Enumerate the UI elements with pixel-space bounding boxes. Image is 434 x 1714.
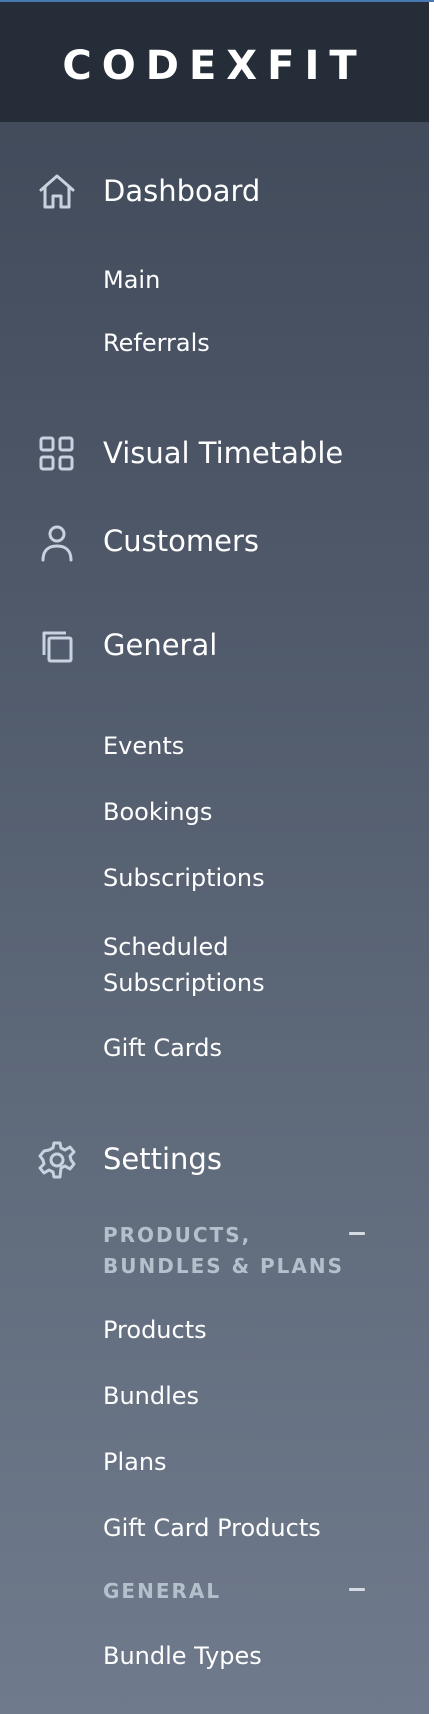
- collapse-general-group-button[interactable]: [345, 1580, 369, 1600]
- nav-label-customers: Customers: [103, 524, 259, 558]
- sub-item-bookings[interactable]: Bookings: [103, 795, 212, 829]
- sub-item-gift-card-products[interactable]: Gift Card Products: [103, 1511, 321, 1545]
- sub-item-scheduled-subscriptions-line2[interactable]: Subscriptions: [103, 966, 265, 1000]
- nav-item-customers[interactable]: Customers: [0, 513, 429, 569]
- brand-bar: CODEXFIT: [0, 2, 429, 122]
- nav-label-general: General: [103, 628, 218, 662]
- sub-item-subscriptions[interactable]: Subscriptions: [103, 861, 265, 895]
- nav-item-settings[interactable]: Settings: [0, 1131, 429, 1187]
- gear-icon: [36, 1139, 78, 1181]
- nav-label-visual-timetable: Visual Timetable: [103, 436, 344, 470]
- content-edge: [429, 2, 434, 1714]
- copy-icon: [36, 625, 78, 667]
- sub-item-products[interactable]: Products: [103, 1313, 207, 1347]
- brand-logo[interactable]: CODEXFIT: [0, 44, 429, 88]
- sub-item-main[interactable]: Main: [103, 263, 160, 297]
- sub-item-plans[interactable]: Plans: [103, 1445, 167, 1479]
- minus-icon: [349, 1588, 365, 1591]
- nav-label-settings: Settings: [103, 1142, 222, 1176]
- home-icon: [36, 171, 78, 213]
- nav-label-dashboard: Dashboard: [103, 174, 261, 208]
- sub-item-scheduled-subscriptions-line1[interactable]: Scheduled: [103, 930, 229, 964]
- nav-item-dashboard[interactable]: Dashboard: [0, 163, 429, 219]
- minus-icon: [349, 1232, 365, 1235]
- sub-item-bundle-types[interactable]: Bundle Types: [103, 1639, 262, 1673]
- collapse-products-group-button[interactable]: [345, 1224, 369, 1244]
- sub-item-events[interactable]: Events: [103, 729, 184, 763]
- group-heading-products-bundles-plans-line2: BUNDLES & PLANS: [103, 1254, 345, 1278]
- sub-item-referrals[interactable]: Referrals: [103, 326, 210, 360]
- group-heading-products-bundles-plans-line1: PRODUCTS,: [103, 1223, 252, 1247]
- sub-item-gift-cards[interactable]: Gift Cards: [103, 1031, 222, 1065]
- grid-icon: [36, 433, 78, 475]
- nav-item-general[interactable]: General: [0, 617, 429, 673]
- user-icon: [36, 521, 78, 563]
- nav-item-visual-timetable[interactable]: Visual Timetable: [0, 425, 429, 481]
- sub-item-bundles[interactable]: Bundles: [103, 1379, 199, 1413]
- group-heading-general: GENERAL: [103, 1579, 222, 1603]
- sidebar: CODEXFIT Dashboard Main Referrals Visual…: [0, 2, 429, 1714]
